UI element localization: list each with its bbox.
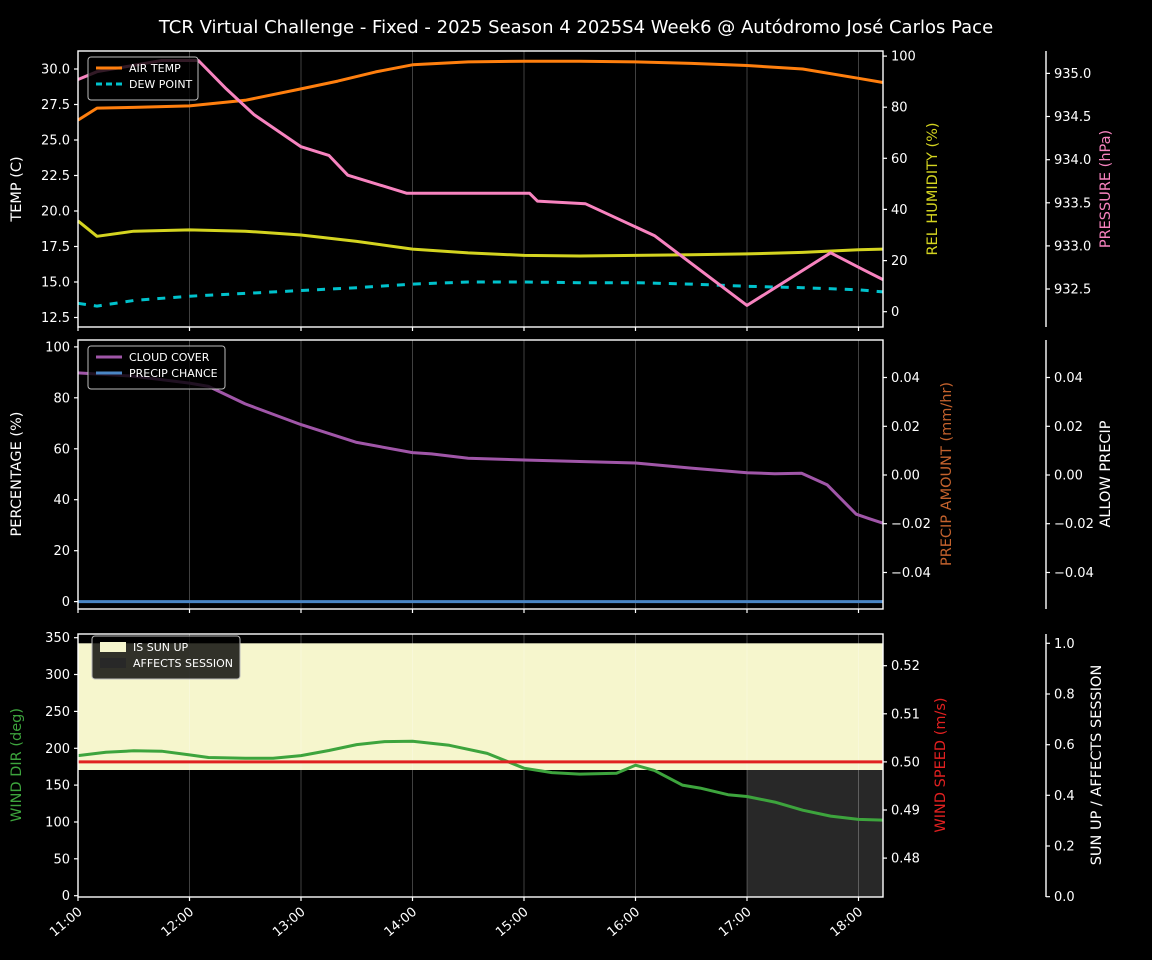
y-tick-label: 20 [891, 254, 908, 269]
percentage-axis-label: PERCENTAGE (%) [9, 412, 25, 537]
series-pressure [78, 61, 883, 306]
chart-canvas: 12.5 15.0 17.5 20.0 22.5 25.0 27.5 30.0 0 20 40 60 8… [0, 0, 1152, 960]
y-tick-label: 0 [62, 889, 70, 904]
y-tick-label: 20 [53, 544, 70, 559]
y-tick-label: 0.00 [891, 468, 920, 483]
sun-up-axis-label: SUN UP / AFFECTS SESSION [1089, 665, 1105, 866]
y-tick-label: 12.5 [41, 311, 70, 326]
y-tick-label: 0.04 [891, 371, 920, 386]
y-tick-label: 22.5 [41, 169, 70, 184]
y-tick-label: −0.04 [891, 566, 931, 581]
affects-session-region [747, 770, 883, 897]
legend-swatch [100, 642, 126, 652]
x-tick-label: 16:00 [605, 905, 643, 941]
x-tick-label: 12:00 [159, 905, 197, 941]
y-tick-label: 200 [45, 742, 70, 757]
x-tick-label: 11:00 [47, 905, 85, 941]
legend-label: AIR TEMP [129, 62, 181, 75]
y-tick-label: 0.8 [1054, 687, 1075, 702]
x-tick-label: 17:00 [716, 905, 754, 941]
y-tick-label: 0.4 [1054, 789, 1075, 804]
y-tick-label: 933.5 [1054, 196, 1091, 211]
y-tick-label: 934.5 [1054, 110, 1091, 125]
y-tick-label: 0.49 [891, 803, 920, 818]
precip-amount-axis-label: PRECIP AMOUNT (mm/hr) [939, 382, 955, 566]
y-tick-label: 100 [45, 340, 70, 355]
series-rel-humidity [78, 221, 883, 256]
y-tick-label: 60 [891, 152, 908, 167]
wind-dir-axis-label: WIND DIR (deg) [9, 708, 25, 822]
y-tick-label: 30.0 [41, 63, 70, 78]
y-tick-label: −0.02 [1054, 517, 1094, 532]
y-tick-label: 17.5 [41, 240, 70, 255]
y-tick-label: 1.0 [1054, 637, 1075, 652]
y-tick-label: 60 [53, 442, 70, 457]
legend-label: IS SUN UP [133, 641, 189, 654]
pressure-axis-label: PRESSURE (hPa) [1098, 130, 1114, 248]
y-tick-label: 80 [891, 101, 908, 116]
legend-swatch [100, 658, 126, 668]
y-tick-label: 933.0 [1054, 239, 1091, 254]
y-tick-label: 0.0 [1054, 890, 1075, 905]
y-tick-label: 250 [45, 705, 70, 720]
y-tick-label: 50 [53, 852, 70, 867]
y-tick-label: 0.48 [891, 852, 920, 867]
y-tick-label: 350 [45, 631, 70, 646]
y-tick-label: −0.02 [891, 517, 931, 532]
wind-sun-panel: 11:00 12:00 13:00 14:00 15:00 16:00 17:00 18:00… [45, 631, 1075, 940]
y-tick-label: 0.04 [1054, 371, 1083, 386]
legend-label: PRECIP CHANCE [129, 367, 218, 380]
weather-figure: TCR Virtual Challenge - Fixed - 2025 Sea… [0, 0, 1152, 960]
y-tick-label: 0.6 [1054, 738, 1075, 753]
y-tick-label: 40 [891, 203, 908, 218]
y-tick-label: 100 [45, 815, 70, 830]
y-tick-label: 40 [53, 493, 70, 508]
y-tick-label: −0.04 [1054, 566, 1094, 581]
humidity-axis-label: REL HUMIDITY (%) [925, 122, 941, 255]
y-tick-label: 300 [45, 668, 70, 683]
y-tick-label: 0 [62, 595, 70, 610]
y-tick-label: 0.02 [1054, 420, 1083, 435]
x-tick-label: 14:00 [382, 905, 420, 941]
y-tick-label: 934.0 [1054, 153, 1091, 168]
y-tick-label: 150 [45, 779, 70, 794]
legend-label: CLOUD COVER [129, 351, 210, 364]
legend: AIR TEMP DEW POINT [88, 57, 198, 100]
x-tick-label: 13:00 [270, 905, 308, 941]
y-tick-label: 27.5 [41, 98, 70, 113]
y-tick-label: 0.51 [891, 707, 920, 722]
legend-label: DEW POINT [129, 78, 193, 91]
y-tick-label: 80 [53, 391, 70, 406]
y-tick-label: 935.0 [1054, 67, 1091, 82]
y-tick-label: 932.5 [1054, 283, 1091, 298]
y-tick-label: 0.52 [891, 659, 920, 674]
panel-frame [78, 51, 883, 327]
allow-precip-axis-label: ALLOW PRECIP [1098, 420, 1114, 527]
series-air-temp [78, 61, 883, 120]
y-tick-label: 0 [891, 305, 899, 320]
y-tick-label: 20.0 [41, 205, 70, 220]
y-tick-label: 0.2 [1054, 840, 1075, 855]
y-tick-label: 100 [891, 50, 916, 65]
y-tick-label: 0.00 [1054, 468, 1083, 483]
y-tick-label: 25.0 [41, 134, 70, 149]
x-tick-label: 15:00 [493, 905, 531, 941]
y-tick-label: 15.0 [41, 275, 70, 290]
y-tick-label: 0.50 [891, 755, 920, 770]
wind-speed-axis-label: WIND SPEED (m/s) [933, 697, 949, 832]
series-cloud-cover [78, 373, 883, 523]
cloud-precip-panel: 0 20 40 60 80 100 −0.04 −0.02 0.00 0.02 0.04 −0.04 −… [45, 340, 1094, 613]
x-tick-label: 18:00 [828, 905, 866, 941]
temp-axis-label: TEMP (C) [9, 156, 25, 221]
legend: CLOUD COVER PRECIP CHANCE [88, 346, 225, 389]
legend: IS SUN UP AFFECTS SESSION [92, 636, 240, 679]
y-tick-label: 0.02 [891, 420, 920, 435]
legend-label: AFFECTS SESSION [133, 657, 233, 670]
